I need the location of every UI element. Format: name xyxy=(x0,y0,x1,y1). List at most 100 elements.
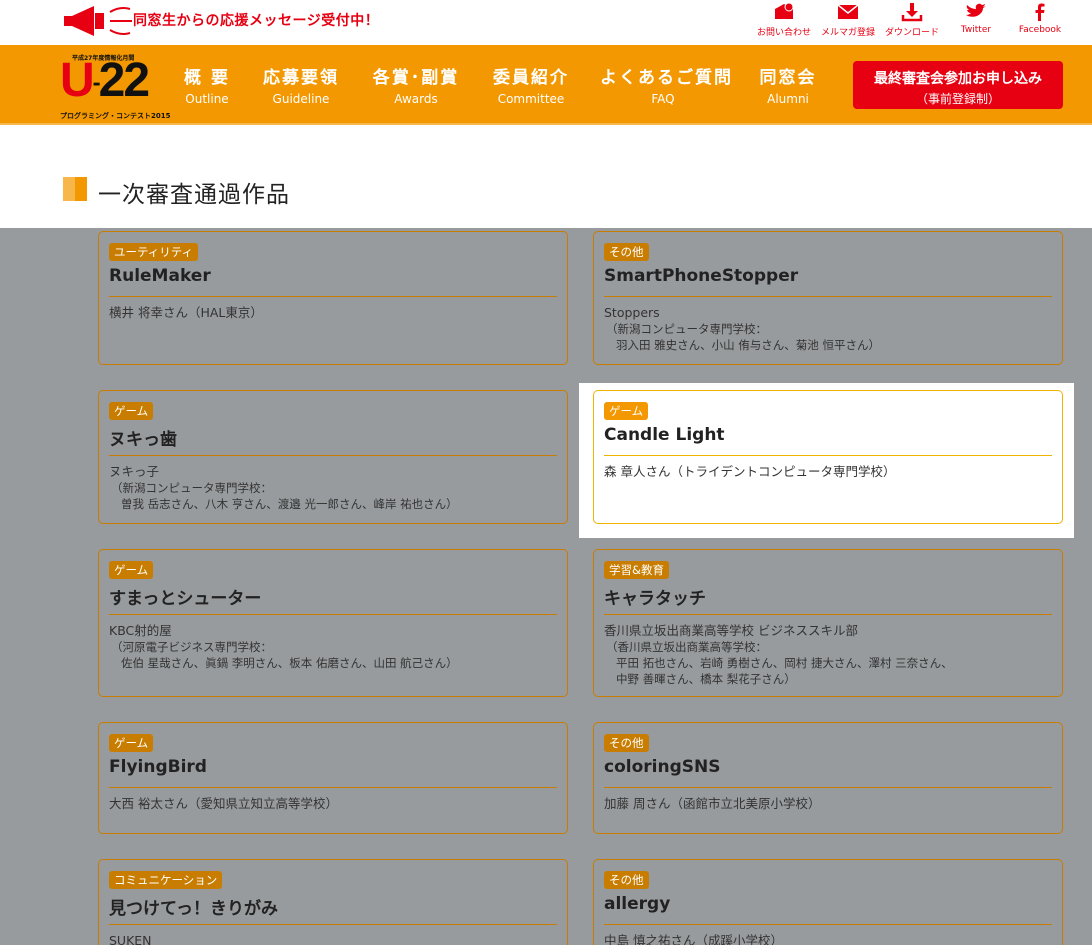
contact-label: お問い合わせ xyxy=(756,28,811,38)
divider xyxy=(604,614,1052,615)
divider xyxy=(109,296,557,297)
top-bar: 同窓生からの応援メッセージ受付中！ お問い合わせ メルマガ登録 ダウンロード T… xyxy=(0,0,1092,45)
work-entrant: 中島 慎之祐さん（成蹊小学校） xyxy=(604,933,783,945)
work-card[interactable]: ゲーム FlyingBird 大西 裕太さん（愛知県立知立高等学校） xyxy=(98,722,568,834)
work-entrant: Stoppers （新潟コンピュータ専門学校： 羽入田 雅史さん、小山 侑与さん… xyxy=(604,305,880,353)
main-nav: 平成27年度情報化月間 U-22 プログラミング・コンテスト2015 概 要 O… xyxy=(0,45,1092,125)
nav-alumni-en: Alumni xyxy=(767,92,809,106)
nav-outline-ja: 概 要 xyxy=(184,68,230,88)
alumni-message-link[interactable]: 同窓生からの応援メッセージ受付中！ xyxy=(133,10,379,30)
twitter-label: Twitter xyxy=(960,25,992,35)
work-card[interactable]: ユーティリティ RuleMaker 横井 将幸さん（HAL東京） xyxy=(98,231,568,365)
category-badge: ユーティリティ xyxy=(109,243,199,261)
work-card[interactable]: コミュニケーション 見つけてっ！きりがみ SUKEN xyxy=(98,859,568,945)
work-title: ヌキっ歯 xyxy=(109,430,177,450)
nav-guideline[interactable]: 応募要領 Guideline xyxy=(262,63,340,106)
divider xyxy=(604,296,1052,297)
team-affiliation: （河原電子ビジネス専門学校： xyxy=(111,640,272,654)
nav-awards[interactable]: 各賞･副賞 Awards xyxy=(372,63,460,106)
work-card[interactable]: ゲーム ヌキっ歯 ヌキっ子 （新潟コンピュータ専門学校： 曽我 岳志さん、八木 … xyxy=(98,390,568,524)
team-name: 香川県立坂出商業高等学校 ビジネススキル部 xyxy=(604,623,858,638)
envelope-icon xyxy=(837,4,859,19)
team-members: 曽我 岳志さん、八木 亨さん、渡邉 光一郎さん、峰岸 祐也さん） xyxy=(121,497,458,511)
divider xyxy=(109,455,557,456)
category-badge: その他 xyxy=(604,871,649,889)
team-name: 大西 裕太さん（愛知県立知立高等学校） xyxy=(109,796,338,811)
divider xyxy=(604,787,1052,788)
page-header: 一次審査通過作品 xyxy=(0,127,1092,228)
work-entrant: 大西 裕太さん（愛知県立知立高等学校） xyxy=(109,796,338,812)
mailmag-link[interactable]: メルマガ登録 xyxy=(816,2,880,38)
work-title: SmartPhoneStopper xyxy=(604,266,799,286)
nav-outline[interactable]: 概 要 Outline xyxy=(183,63,231,106)
nav-alumni[interactable]: 同窓会 Alumni xyxy=(758,63,818,106)
divider xyxy=(109,614,557,615)
work-card[interactable]: その他 allergy 中島 慎之祐さん（成蹊小学校） xyxy=(593,859,1063,945)
work-title: すまっとシューター xyxy=(109,589,262,609)
work-card[interactable]: その他 SmartPhoneStopper Stoppers （新潟コンピュータ… xyxy=(593,231,1063,365)
work-entrant: 森 章人さん（トライデントコンピュータ専門学校） xyxy=(604,464,895,480)
cta-line2: （事前登録制） xyxy=(915,92,1000,106)
nav-outline-en: Outline xyxy=(185,92,229,106)
contact-link[interactable]: お問い合わせ xyxy=(752,2,816,38)
work-title: キャラタッチ xyxy=(604,589,706,609)
team-name: KBC射的屋 xyxy=(109,623,172,638)
nav-committee-en: Committee xyxy=(497,92,565,106)
divider xyxy=(604,924,1052,925)
nav-faq-en: FAQ xyxy=(651,92,675,106)
facebook-label: Facebook xyxy=(1018,25,1062,35)
category-badge: コミュニケーション xyxy=(109,871,223,889)
logo-contest-name: プログラミング・コンテスト2015 xyxy=(60,112,171,120)
megaphone-icon xyxy=(64,6,132,36)
u22-logo[interactable]: 平成27年度情報化月間 U-22 プログラミング・コンテスト2015 xyxy=(58,49,170,123)
nav-faq[interactable]: よくあるご質問 FAQ xyxy=(600,63,733,106)
twitter-icon xyxy=(966,3,986,17)
nav-alumni-ja: 同窓会 xyxy=(759,68,817,88)
work-title: allergy xyxy=(604,894,671,914)
title-square-icon xyxy=(63,177,87,201)
category-badge: 学習&教育 xyxy=(604,561,669,579)
team-name: ヌキっ子 xyxy=(109,464,160,479)
nav-committee-ja: 委員紹介 xyxy=(493,68,569,88)
category-badge: ゲーム xyxy=(604,402,649,420)
twitter-link[interactable]: Twitter xyxy=(944,2,1008,38)
work-title: coloringSNS xyxy=(604,757,721,777)
team-affiliation: （新潟コンピュータ専門学校： xyxy=(111,481,272,495)
mailmag-label: メルマガ登録 xyxy=(820,28,875,38)
nav-faq-ja: よくあるご質問 xyxy=(600,68,733,88)
work-card[interactable]: その他 coloringSNS 加藤 周さん（函館市立北美原小学校） xyxy=(593,722,1063,834)
divider xyxy=(109,924,557,925)
divider xyxy=(109,787,557,788)
download-icon xyxy=(901,3,923,22)
logo-text: U-22 xyxy=(60,54,150,107)
logo-u: U xyxy=(60,54,95,107)
work-entrant: ヌキっ子 （新潟コンピュータ専門学校： 曽我 岳志さん、八木 亨さん、渡邉 光一… xyxy=(109,464,458,512)
utility-links: お問い合わせ メルマガ登録 ダウンロード Twitter Facebook xyxy=(752,2,1072,38)
team-name: 森 章人さん（トライデントコンピュータ専門学校） xyxy=(604,464,896,479)
work-entrant: KBC射的屋 （河原電子ビジネス専門学校： 佐伯 星哉さん、眞鍋 李明さん、板本… xyxy=(109,623,458,671)
work-entrant: 香川県立坂出商業高等学校 ビジネススキル部 （香川県立坂出商業高等学校： 平田 … xyxy=(604,623,953,687)
work-card[interactable]: 学習&教育 キャラタッチ 香川県立坂出商業高等学校 ビジネススキル部 （香川県立… xyxy=(593,549,1063,697)
work-title: FlyingBird xyxy=(109,757,207,777)
work-card-selected[interactable]: ゲーム Candle Light 森 章人さん（トライデントコンピュータ専門学校… xyxy=(593,390,1063,524)
team-name: SUKEN xyxy=(109,933,152,945)
work-card[interactable]: ゲーム すまっとシューター KBC射的屋 （河原電子ビジネス専門学校： 佐伯 星… xyxy=(98,549,568,697)
category-badge: ゲーム xyxy=(109,734,154,752)
category-badge: その他 xyxy=(604,243,649,261)
cta-line1: 最終審査会参加お申し込み xyxy=(874,71,1042,87)
facebook-link[interactable]: Facebook xyxy=(1008,2,1072,38)
divider xyxy=(604,455,1052,456)
team-affiliation: （新潟コンピュータ専門学校： xyxy=(606,322,767,336)
nav-guideline-ja: 応募要領 xyxy=(263,68,339,88)
nav-awards-ja: 各賞･副賞 xyxy=(372,68,460,88)
team-members: 羽入田 雅史さん、小山 侑与さん、菊池 恒平さん） xyxy=(616,338,880,352)
nav-guideline-en: Guideline xyxy=(272,92,330,106)
category-badge: ゲーム xyxy=(109,402,154,420)
nav-committee[interactable]: 委員紹介 Committee xyxy=(492,63,570,106)
download-link[interactable]: ダウンロード xyxy=(880,2,944,38)
final-judging-signup-button[interactable]: 最終審査会参加お申し込み （事前登録制） xyxy=(853,61,1063,109)
team-name: 加藤 周さん（函館市立北美原小学校） xyxy=(604,796,821,811)
team-name: 横井 将幸さん（HAL東京） xyxy=(109,305,263,320)
team-name: 中島 慎之祐さん（成蹊小学校） xyxy=(604,933,783,945)
category-badge: その他 xyxy=(604,734,649,752)
